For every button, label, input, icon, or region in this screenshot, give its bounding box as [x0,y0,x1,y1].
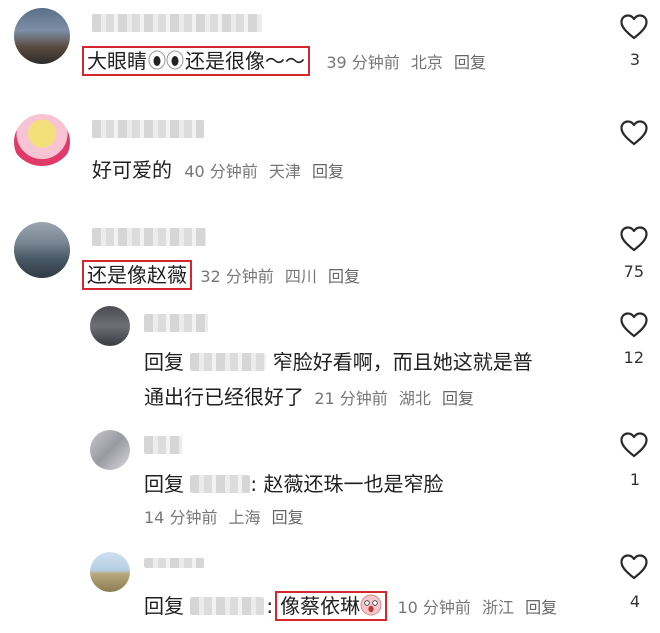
location: 湖北 [398,389,431,408]
comment-text: 还是像赵薇 [87,263,187,287]
reply-button[interactable]: 回复 [442,389,474,408]
comment-body: 好可爱的 40 分钟前 天津 回复 [92,154,350,183]
reply-body: 回复 窄脸好看啊，而且她这就是普 [144,346,533,375]
reply-prefix: 回复 [144,472,184,496]
like-count: 3 [629,50,640,69]
comment-text-suffix: 还是很像～～ [185,49,305,73]
highlight-box: 还是像赵薇 [82,260,192,290]
timestamp: 40 分钟前 [184,162,258,181]
reply-button[interactable]: 回复 [312,162,344,181]
reply-button[interactable]: 回复 [454,53,486,72]
reply-body-line2: 通出行已经很好了 21 分钟前 湖北 回复 [144,381,480,410]
heart-outline-icon[interactable] [620,14,648,40]
like-count: 4 [629,592,640,611]
heart-outline-icon[interactable] [620,120,648,146]
eyes-emoji-icon [147,50,185,75]
location: 四川 [284,267,317,286]
username-redacted[interactable] [92,228,206,246]
reply-body: 回复 : 像蔡依琳 10 分钟前 浙江 回复 [144,590,563,621]
like-count: 12 [623,348,644,367]
reply-prefix: 回复 [144,594,184,618]
avatar[interactable] [90,306,130,346]
username-redacted[interactable] [144,558,204,568]
timestamp: 14 分钟前 [144,508,218,527]
mention-redacted[interactable] [190,475,251,493]
like-count: 1 [629,470,640,489]
location: 上海 [228,508,261,527]
timestamp: 32 分钟前 [200,267,274,286]
reply-button[interactable]: 回复 [272,508,304,527]
timestamp: 21 分钟前 [314,389,388,408]
reply-button[interactable]: 回复 [328,267,360,286]
timestamp: 10 分钟前 [397,598,471,617]
comment-text: 好可爱的 [92,158,172,182]
comment-body: 大眼睛 还是很像～～ 39 分钟前 北京 回复 [82,45,492,76]
reply-text: 像蔡依琳 [280,594,361,618]
comment-text: 大眼睛 [87,49,147,73]
location: 北京 [410,53,443,72]
like-count: 75 [623,262,644,281]
username-redacted[interactable] [92,14,262,32]
reply-prefix: 回复 [144,350,184,374]
reply-text: : 赵薇还珠一也是窄脸 [250,472,444,496]
reply-body: 回复 : 赵薇还珠一也是窄脸 [144,468,443,497]
timestamp: 39 分钟前 [326,53,400,72]
mention-redacted[interactable] [190,597,265,615]
heart-outline-icon[interactable] [620,432,648,458]
shocked-face-emoji-icon [360,594,382,621]
highlight-box: 像蔡依琳 [275,591,388,621]
comment-body: 还是像赵薇 32 分钟前 四川 回复 [82,259,366,290]
username-redacted[interactable] [144,436,182,454]
username-redacted[interactable] [144,314,208,332]
reply-text: 窄脸好看啊，而且她这就是普 [272,350,533,374]
reply-button[interactable]: 回复 [525,598,557,617]
reply-text: 通出行已经很好了 [144,385,304,409]
heart-outline-icon[interactable] [620,312,648,338]
username-redacted[interactable] [92,120,204,138]
avatar[interactable] [14,222,70,278]
highlight-box: 大眼睛 还是很像～～ [82,46,310,76]
avatar[interactable] [90,430,130,470]
location: 天津 [268,162,301,181]
location: 浙江 [482,598,515,617]
reply-meta: 14 分钟前 上海 回复 [144,504,310,528]
mention-redacted[interactable] [190,353,267,371]
heart-outline-icon[interactable] [620,554,648,580]
avatar[interactable] [14,8,70,64]
avatar[interactable] [14,114,70,170]
avatar[interactable] [90,552,130,592]
heart-outline-icon[interactable] [620,226,648,252]
